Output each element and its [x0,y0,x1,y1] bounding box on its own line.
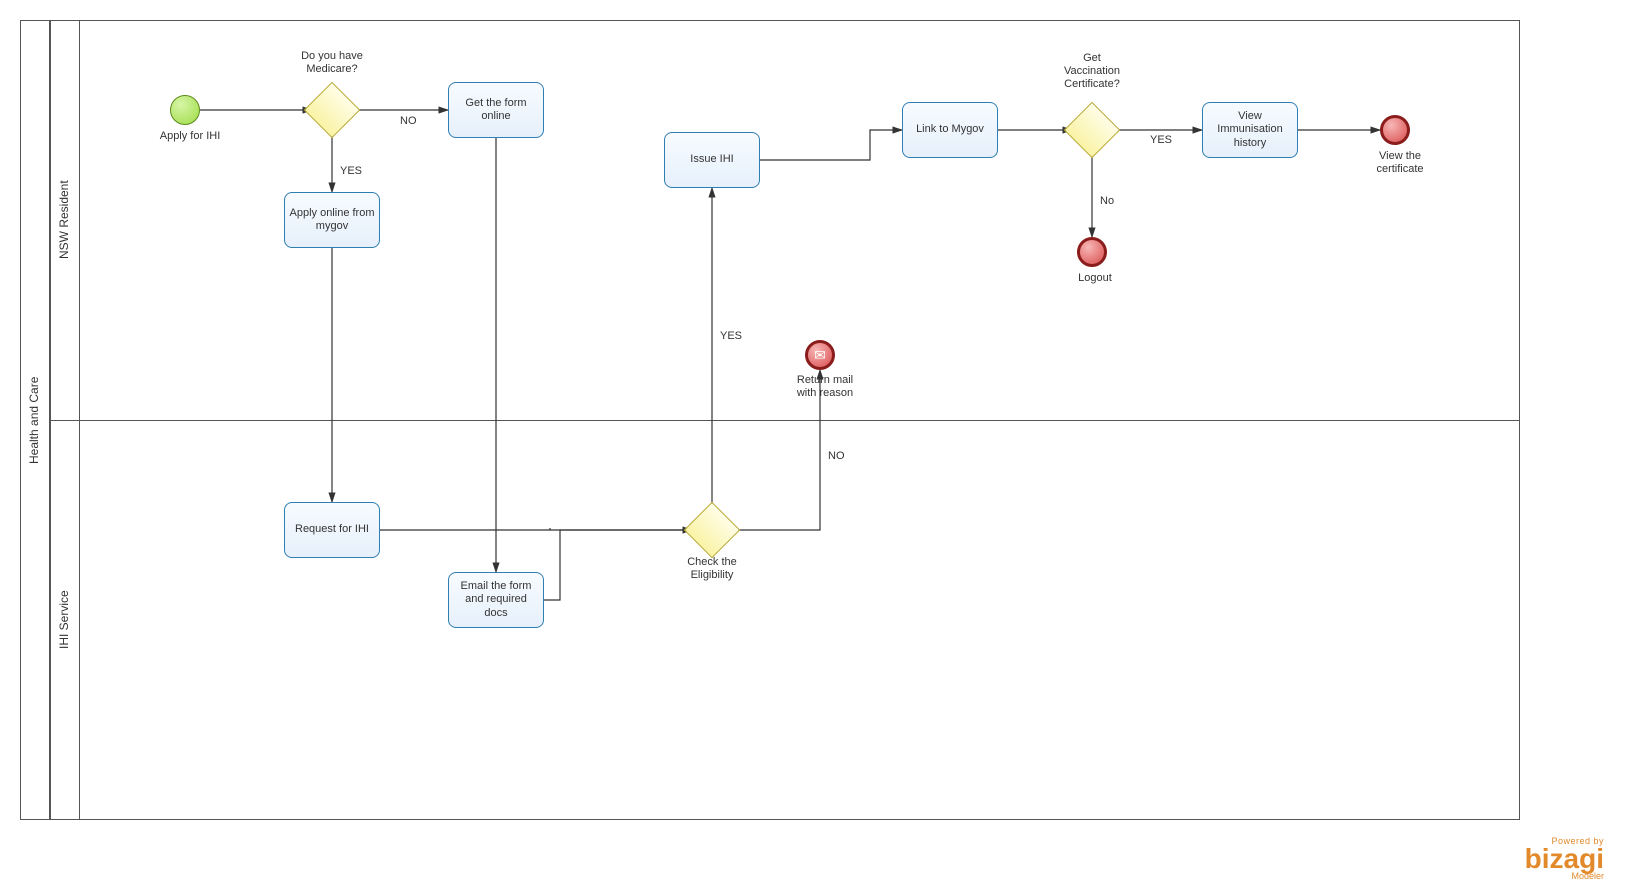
gateway-vaccination-no: No [1100,195,1114,207]
pool-title: Health and Care [24,20,44,820]
task-view-history-label: View Immunisation history [1207,110,1293,150]
task-link-mygov-label: Link to Mygov [916,123,984,136]
content-area [80,20,1520,820]
task-get-form-online: Get the form online [448,82,544,138]
task-apply-online-mygov: Apply online from mygov [284,192,380,248]
end-event-logout-label: Logout [1060,272,1130,285]
task-get-form-label: Get the form online [453,97,539,123]
end-event-return-mail-label: Return mail with reason [785,374,865,400]
task-link-mygov: Link to Mygov [902,102,998,158]
diagram-canvas: Health and Care NSW Resident IHI Service [0,0,1628,891]
task-email-form-docs: Email the form and required docs [448,572,544,628]
lane-title-top: NSW Resident [54,20,74,420]
gateway-eligibility-label: Check the Eligibility [672,556,752,582]
mail-icon: ✉ [814,347,826,364]
end-event-view-certificate [1380,115,1410,145]
start-event-apply-ihi [170,95,200,125]
footer-brand: bizagi [1525,846,1604,871]
end-event-view-cert-label: View the certificate [1360,150,1440,176]
task-email-form-label: Email the form and required docs [453,580,539,620]
task-request-ihi: Request for IHI [284,502,380,558]
task-apply-online-label: Apply online from mygov [289,207,375,233]
lane-title-bottom: IHI Service [54,420,74,820]
footer-logo: Powered by bizagi Modeler [1525,836,1604,881]
start-event-label: Apply for IHI [150,130,230,143]
gateway-medicare-yes: YES [340,165,362,177]
end-event-logout [1077,237,1107,267]
gateway-eligibility-yes: YES [720,330,742,342]
end-event-return-mail: ✉ [805,340,835,370]
gateway-eligibility-no: NO [828,450,845,462]
task-request-ihi-label: Request for IHI [295,523,369,536]
task-view-immunisation-history: View Immunisation history [1202,102,1298,158]
gateway-vaccination-label: Get Vaccination Certificate? [1052,52,1132,92]
task-issue-ihi: Issue IHI [664,132,760,188]
gateway-vaccination-yes: YES [1150,134,1172,146]
task-issue-ihi-label: Issue IHI [690,153,733,166]
gateway-medicare-no: NO [400,115,417,127]
gateway-medicare-label: Do you have Medicare? [292,50,372,76]
